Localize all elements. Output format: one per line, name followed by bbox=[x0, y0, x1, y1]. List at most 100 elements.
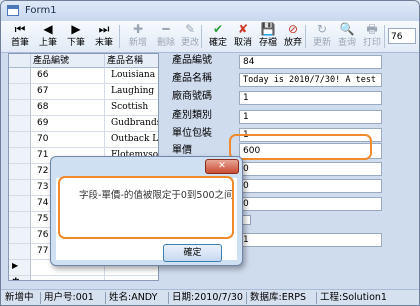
cell-product-id[interactable]: 66 bbox=[31, 68, 105, 84]
cell-product-id[interactable]: 67 bbox=[31, 84, 105, 100]
unit-price-highlight bbox=[229, 134, 372, 160]
cell-product-id[interactable]: 70 bbox=[31, 132, 105, 148]
toolbar-button-label: 首筆 bbox=[10, 38, 29, 48]
dialog-close-button[interactable]: ✕ bbox=[205, 159, 239, 174]
toolbar-button-label: 查询 bbox=[337, 38, 356, 48]
toolbar-button-4[interactable]: ⏭ 末筆 bbox=[91, 22, 117, 51]
toolbar-button-label: 更改 bbox=[180, 38, 199, 48]
field-input[interactable]: 1 bbox=[239, 110, 382, 124]
toolbar-button-label: 打印 bbox=[362, 38, 381, 48]
row-header[interactable] bbox=[9, 244, 31, 260]
toolbar-button-label: 上筆 bbox=[38, 38, 57, 48]
cell-product-id[interactable] bbox=[31, 276, 105, 280]
delete-icon: ━ bbox=[162, 22, 170, 36]
status-mode: 新增中 bbox=[5, 292, 34, 303]
toolbar-button-14[interactable]: 🖶 打印 bbox=[359, 22, 385, 51]
field-input[interactable]: 0 bbox=[239, 162, 382, 176]
status-date: 日期:2010/7/30 bbox=[172, 292, 243, 303]
cell-product-name[interactable]: Laughing bbox=[105, 84, 158, 100]
main-window: Form1 ⏮ 首筆 ◀ 上筆 ▶ 下筆 ⏭ 末筆 ✚ 新增 ━ 刪除 ✎ 更改 ✔ 確定 ✘ 取消 💾 存檔 ⊘ 放弃 ↻… bbox=[0, 0, 420, 306]
previous-record-icon: ◀ bbox=[43, 22, 53, 36]
print-icon: 🖶 bbox=[366, 22, 378, 36]
field-input[interactable]: 0 bbox=[239, 197, 382, 211]
row-header[interactable] bbox=[9, 84, 31, 100]
status-project: 工程:Solution1 bbox=[320, 292, 387, 303]
row-header[interactable] bbox=[9, 180, 31, 196]
toolbar-button-label: 新增 bbox=[128, 38, 147, 48]
toolbar-button-label: 確定 bbox=[208, 38, 227, 48]
toolbar-button-3[interactable]: ▶ 下筆 bbox=[63, 22, 89, 51]
field-input[interactable]: 1 bbox=[239, 233, 382, 247]
record-number-box[interactable]: 76 bbox=[388, 28, 416, 44]
toolbar-button-label: 刪除 bbox=[156, 38, 175, 48]
cell-product-name[interactable] bbox=[105, 276, 158, 280]
dialog-ok-button[interactable]: 確定 bbox=[163, 244, 222, 262]
refresh-icon: ↻ bbox=[316, 22, 328, 36]
field-label: 產品編號 bbox=[172, 55, 212, 66]
toolbar-button-label: 末筆 bbox=[94, 38, 113, 48]
row-header[interactable] bbox=[9, 116, 31, 132]
confirm-check-icon: ✔ bbox=[212, 22, 224, 36]
toolbar-button-11[interactable]: ⊘ 放弃 bbox=[280, 22, 306, 51]
window-title: Form1 bbox=[25, 5, 57, 16]
row-header[interactable] bbox=[9, 148, 31, 164]
toolbar-button-13[interactable]: 🔍 查询 bbox=[334, 22, 360, 51]
toolbar-button-label: 放弃 bbox=[283, 38, 302, 48]
field-input[interactable]: Today is 2010/7/30! A test for d bbox=[239, 73, 382, 87]
cell-product-name[interactable]: Outback L bbox=[105, 132, 158, 148]
add-icon: ✚ bbox=[132, 22, 144, 36]
query-icon: 🔍 bbox=[339, 22, 355, 36]
toolbar-button-5[interactable]: ✚ 新增 bbox=[125, 22, 151, 51]
row-header[interactable] bbox=[9, 228, 31, 244]
toolbar-button-label: 存檔 bbox=[258, 38, 277, 48]
cell-product-name[interactable]: Scottish bbox=[105, 100, 158, 116]
toolbar-button-2[interactable]: ◀ 上筆 bbox=[35, 22, 61, 51]
cell-product-name[interactable]: Gudbrands bbox=[105, 116, 158, 132]
field-input[interactable]: 0 bbox=[239, 179, 382, 193]
field-label: 產別類別 bbox=[172, 110, 212, 121]
app-icon bbox=[7, 5, 19, 16]
toolbar-button-label: 更新 bbox=[312, 38, 331, 48]
message-highlight bbox=[58, 176, 234, 239]
toolbar-separator bbox=[384, 25, 385, 48]
discard-icon: ⊘ bbox=[287, 22, 299, 36]
row-header[interactable] bbox=[9, 164, 31, 180]
row-header[interactable] bbox=[9, 68, 31, 84]
field-input[interactable]: 1 bbox=[239, 91, 382, 105]
row-header[interactable] bbox=[9, 100, 31, 116]
cell-product-id[interactable]: 69 bbox=[31, 116, 105, 132]
title-bar: Form1 bbox=[1, 1, 419, 21]
row-header[interactable] bbox=[9, 212, 31, 228]
field-label: 廠商號碼 bbox=[172, 91, 212, 102]
field-label: 單位包裝 bbox=[172, 128, 212, 139]
column-header-product-id[interactable]: 產品編號 bbox=[31, 54, 105, 68]
toolbar-button-1[interactable]: ⏮ 首筆 bbox=[7, 22, 33, 51]
toolbar-button-10[interactable]: 💾 存檔 bbox=[255, 22, 281, 51]
toolbar: ⏮ 首筆 ◀ 上筆 ▶ 下筆 ⏭ 末筆 ✚ 新增 ━ 刪除 ✎ 更改 ✔ 確定 ✘ 取消 💾 存檔 ⊘ 放弃 ↻ 更新 🔍 查询 🖶… bbox=[1, 21, 419, 53]
next-record-icon: ▶ bbox=[71, 22, 81, 36]
status-user-name: 姓名:ANDY bbox=[109, 292, 158, 303]
grid-corner bbox=[9, 54, 31, 68]
row-header[interactable] bbox=[9, 196, 31, 212]
toolbar-button-7[interactable]: ✎ 更改 bbox=[177, 22, 203, 51]
toolbar-button-6[interactable]: ━ 刪除 bbox=[153, 22, 179, 51]
status-database: 数据库:ERPS bbox=[250, 292, 307, 303]
row-header[interactable] bbox=[9, 132, 31, 148]
toolbar-button-9[interactable]: ✘ 取消 bbox=[230, 22, 256, 51]
toolbar-button-8[interactable]: ✔ 確定 bbox=[205, 22, 231, 51]
first-record-icon: ⏮ bbox=[14, 22, 26, 36]
column-header-product-name[interactable]: 產品名稱 bbox=[105, 54, 158, 68]
toolbar-separator bbox=[305, 25, 306, 48]
status-user-id: 用户号:001 bbox=[44, 292, 94, 303]
field-label: 產品名稱 bbox=[172, 73, 212, 84]
toolbar-separator bbox=[119, 25, 120, 48]
edit-icon: ✎ bbox=[184, 22, 196, 36]
field-input[interactable]: 84 bbox=[239, 55, 382, 69]
cell-product-id[interactable]: 68 bbox=[31, 100, 105, 116]
toolbar-separator bbox=[201, 25, 202, 48]
new-row-indicator: ✱ bbox=[12, 277, 20, 280]
cancel-x-icon: ✘ bbox=[237, 22, 249, 36]
toolbar-button-12[interactable]: ↻ 更新 bbox=[309, 22, 335, 51]
toolbar-button-label: 取消 bbox=[233, 38, 252, 48]
cell-product-name[interactable]: Louisiana bbox=[105, 68, 158, 84]
